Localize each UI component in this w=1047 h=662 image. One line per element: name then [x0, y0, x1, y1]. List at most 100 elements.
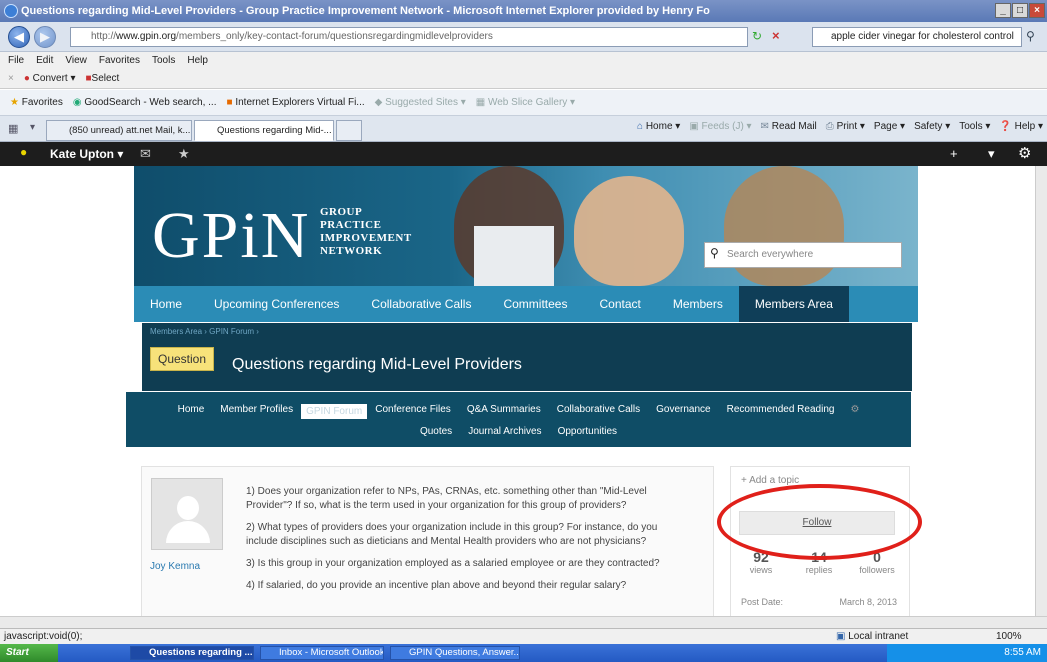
nav-collaborative-calls[interactable]: Collaborative Calls — [355, 286, 487, 322]
gear-icon[interactable]: ⚙ — [1018, 144, 1031, 162]
search-input[interactable]: apple cider vinegar for cholesterol cont… — [812, 27, 1022, 47]
address-bar[interactable]: http://www.gpin.org/members_only/key-con… — [70, 27, 748, 47]
menu-favorites[interactable]: Favorites — [99, 55, 140, 66]
main-nav: Home Upcoming Conferences Collaborative … — [134, 286, 918, 322]
menu-file[interactable]: File — [8, 55, 24, 66]
page-menu[interactable]: Page ▾ — [874, 121, 905, 132]
favorite-goodsearch[interactable]: ◉ GoodSearch - Web search, ... — [73, 97, 217, 108]
tab-questions[interactable]: Questions regarding Mid-... × — [194, 120, 334, 141]
subnav-governance[interactable]: Governance — [648, 404, 718, 419]
feeds-icon: ▣ — [689, 121, 699, 132]
search-icon[interactable]: ⚲ — [1026, 29, 1035, 43]
start-button[interactable]: Start — [0, 644, 58, 662]
window-title-bar: Questions regarding Mid-Level Providers … — [0, 0, 1047, 22]
favorite-virtual-fi[interactable]: ■ Internet Explorers Virtual Fi... — [227, 97, 365, 108]
subnav-recommended-reading[interactable]: Recommended Reading — [719, 404, 843, 419]
maximize-button[interactable]: □ — [1012, 3, 1028, 18]
taskbar-item-outlook[interactable]: Inbox - Microsoft Outlook — [260, 646, 384, 660]
taskbar-item-gpin[interactable]: GPIN Questions, Answer... — [390, 646, 520, 660]
nav-committees[interactable]: Committees — [487, 286, 583, 322]
menu-edit[interactable]: Edit — [36, 55, 53, 66]
back-button[interactable]: ◀ — [8, 26, 30, 48]
clock[interactable]: 8:55 AM — [1004, 647, 1041, 658]
nav-upcoming-conferences[interactable]: Upcoming Conferences — [198, 286, 355, 322]
subnav-collaborative-calls[interactable]: Collaborative Calls — [549, 404, 648, 419]
help-icon: ❓ — [999, 121, 1012, 132]
gpin-logo[interactable]: GPiN — [152, 198, 310, 274]
favorites-button[interactable]: ★ Favorites — [10, 97, 63, 108]
post-date-value: March 8, 2013 — [839, 597, 897, 607]
logo-line: GROUP — [320, 206, 363, 218]
minimize-button[interactable]: _ — [995, 3, 1011, 18]
safety-menu[interactable]: Safety ▾ — [914, 121, 950, 132]
tab-list-icon[interactable]: ▾ — [30, 122, 35, 133]
taskbar-item-ie[interactable]: Questions regarding ... — [130, 646, 254, 660]
favorite-label: Internet Explorers Virtual Fi... — [235, 97, 365, 108]
subnav-conference-files[interactable]: Conference Files — [367, 404, 459, 419]
post-date-label: Post Date: — [741, 597, 784, 607]
settings-icon[interactable]: ⚙ — [842, 404, 867, 419]
chevron-down-icon[interactable]: ▾ — [988, 146, 995, 162]
stop-icon[interactable]: × — [772, 28, 780, 43]
convert-label: Convert — [32, 73, 68, 84]
new-tab-button[interactable] — [336, 120, 362, 141]
tools-menu[interactable]: Tools ▾ — [959, 121, 990, 132]
site-header: GPiN GROUP PRACTICE IMPROVEMENT NETWORK … — [134, 166, 918, 286]
subnav-gpin-forum[interactable]: GPIN Forum — [301, 404, 368, 419]
horizontal-scrollbar[interactable] — [0, 616, 1047, 628]
subnav-qa-summaries[interactable]: Q&A Summaries — [459, 404, 549, 419]
help-menu[interactable]: ❓ Help ▾ — [999, 121, 1043, 132]
goodsearch-icon: ◉ — [72, 97, 82, 108]
favorite-label: Web Slice Gallery ▾ — [487, 97, 576, 108]
favorite-web-slice[interactable]: ▦ Web Slice Gallery ▾ — [476, 97, 575, 108]
menu-help[interactable]: Help — [187, 55, 208, 66]
vertical-scrollbar[interactable] — [1035, 166, 1047, 616]
subnav-quotes[interactable]: Quotes — [412, 426, 460, 437]
star-icon[interactable]: ★ — [178, 146, 190, 162]
home-label: Home ▾ — [645, 121, 681, 132]
close-toolbar-icon[interactable]: × — [8, 73, 14, 84]
nav-contact[interactable]: Contact — [583, 286, 656, 322]
user-menu[interactable]: Kate Upton ▾ — [50, 147, 123, 161]
header-photo-baby — [574, 176, 684, 286]
subnav-opportunities[interactable]: Opportunities — [550, 426, 625, 437]
add-topic-link[interactable]: + Add a topic — [741, 475, 799, 486]
zoom-level[interactable]: 100% — [996, 629, 1022, 644]
plus-icon[interactable]: + — [950, 146, 958, 161]
post-paragraph: 4) If salaried, do you provide an incent… — [246, 580, 627, 591]
logo-line: PRACTICE — [320, 219, 382, 231]
read-mail-button[interactable]: ✉ Read Mail — [761, 121, 817, 132]
favorite-suggested-sites[interactable]: ◆ Suggested Sites ▾ — [375, 97, 466, 108]
ie-command-toolbar: ⌂ Home ▾ ▣ Feeds (J) ▾ ✉ Read Mail ⎙ Pri… — [637, 121, 1043, 132]
close-button[interactable]: × — [1029, 3, 1045, 18]
subnav-home[interactable]: Home — [170, 404, 213, 419]
subnav-member-profiles[interactable]: Member Profiles — [212, 404, 301, 419]
subnav-journal-archives[interactable]: Journal Archives — [460, 426, 549, 437]
select-button[interactable]: ■Select — [86, 73, 120, 84]
tab-att-mail[interactable]: (850 unread) att.net Mail, k... — [46, 120, 192, 141]
quick-tabs-icon[interactable]: ▦ — [8, 122, 18, 135]
window-title: Questions regarding Mid-Level Providers … — [21, 5, 710, 17]
question-badge: Question — [150, 347, 215, 371]
nav-members-area[interactable]: Members Area — [738, 286, 849, 322]
forward-button[interactable]: ▶ — [34, 26, 56, 48]
home-button[interactable]: ⌂ Home ▾ — [637, 121, 680, 132]
nav-members[interactable]: Members — [657, 286, 739, 322]
menu-tools[interactable]: Tools — [152, 55, 175, 66]
convert-button[interactable]: ● Convert ▾ — [24, 73, 76, 84]
refresh-icon[interactable]: ↻ — [752, 29, 762, 43]
feeds-button[interactable]: ▣ Feeds (J) ▾ — [689, 121, 751, 132]
status-bar: javascript:void(0); ▣ Local intranet 100… — [0, 628, 1047, 644]
print-button[interactable]: ⎙ Print ▾ — [826, 121, 865, 132]
breadcrumb[interactable]: Members Area › GPIN Forum › — [150, 327, 259, 336]
menu-view[interactable]: View — [65, 55, 87, 66]
nav-home[interactable]: Home — [134, 286, 198, 322]
web-slice-icon: ▦ — [475, 97, 486, 108]
favorite-label: Suggested Sites ▾ — [385, 97, 466, 108]
site-search-input[interactable]: Search everywhere — [704, 242, 902, 268]
mail-icon: ✉ — [760, 121, 769, 132]
convert-icon: ● — [23, 73, 30, 84]
avatar[interactable] — [151, 478, 223, 550]
mail-icon[interactable]: ✉ — [140, 146, 151, 162]
author-name[interactable]: Joy Kemna — [150, 561, 200, 572]
